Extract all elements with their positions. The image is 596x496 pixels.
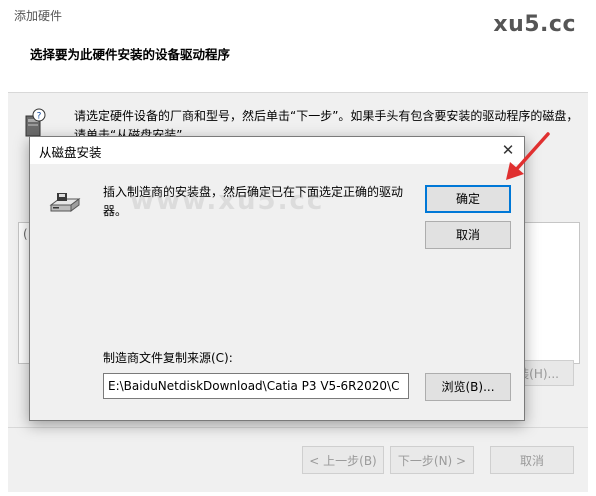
outer-window-title: 添加硬件	[14, 9, 63, 23]
next-button[interactable]: 下一步(N) >	[390, 446, 474, 474]
outer-cancel-button[interactable]: 取消	[490, 446, 574, 474]
list-item: (	[23, 227, 28, 241]
hardware-question-icon: ?	[25, 108, 46, 137]
ok-button[interactable]: 确定	[425, 185, 511, 213]
red-arrow	[506, 132, 550, 180]
dialog-titlebar: 从磁盘安装 ✕	[30, 137, 524, 164]
dialog-title: 从磁盘安装	[39, 145, 102, 160]
overlay-watermark: www.xu5.cc	[130, 186, 325, 216]
disk-drive-icon	[49, 193, 81, 212]
browse-button[interactable]: 浏览(B)...	[425, 373, 511, 401]
source-label: 制造商文件复制来源(C):	[103, 351, 233, 365]
source-path-input[interactable]: E:\BaiduNetdiskDownload\Catia P3 V5-6R20…	[103, 373, 409, 399]
dialog-cancel-button[interactable]: 取消	[425, 221, 511, 249]
svg-text:?: ?	[37, 112, 42, 122]
site-watermark: xu5.cc	[493, 12, 576, 37]
page-heading: 选择要为此硬件安装的设备驱动程序	[30, 47, 231, 62]
back-button[interactable]: < 上一步(B)	[302, 446, 384, 474]
install-from-disk-dialog: 从磁盘安装 ✕ 插入制造商的安装盘，然后确定已在下面选定正确的驱动器。 确定 取…	[29, 136, 525, 421]
bottom-divider	[8, 427, 588, 428]
